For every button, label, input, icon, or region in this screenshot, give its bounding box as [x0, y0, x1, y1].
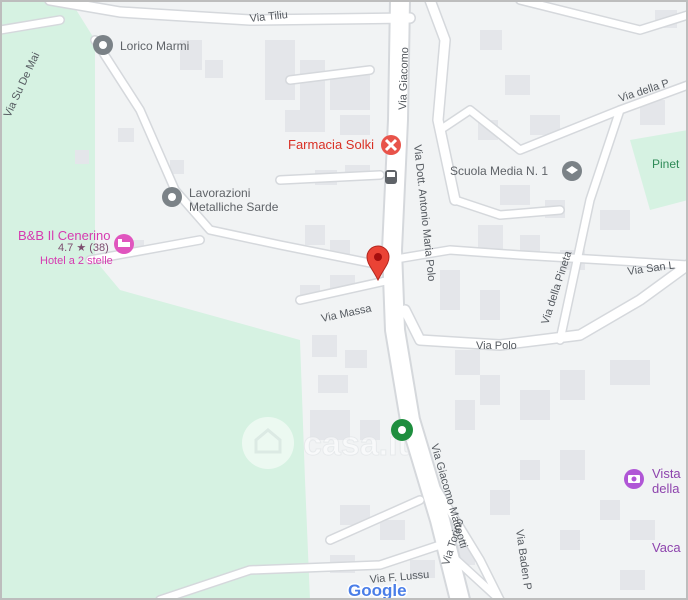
- poi-label-farmacia-solki[interactable]: Farmacia Solki: [288, 137, 374, 153]
- school-icon[interactable]: [562, 161, 582, 181]
- pharmacy-icon[interactable]: [381, 135, 401, 155]
- casa-watermark: casa.it: [242, 417, 409, 469]
- bus-stop-icon[interactable]: [385, 170, 397, 184]
- road-label-via-polo: Via Polo: [476, 340, 517, 352]
- svg-text:Google: Google: [348, 581, 407, 600]
- hotel-rating: 4.7 ★ (38): [58, 242, 109, 254]
- poi-label-vista[interactable]: Vista: [652, 466, 681, 482]
- map-canvas[interactable]: casa.it Via Tiliu Via Giacomo Via della …: [0, 0, 688, 600]
- poi-label-lorico-marmi[interactable]: Lorico Marmi: [120, 39, 189, 54]
- poi-label-lavorazioni-2[interactable]: Metalliche Sarde: [189, 200, 278, 215]
- poi-label-scuola-media[interactable]: Scuola Media N. 1: [450, 164, 548, 179]
- map-pin-icon[interactable]: [93, 35, 113, 55]
- camera-icon[interactable]: [624, 469, 644, 489]
- map-pin-icon[interactable]: [162, 187, 182, 207]
- poi-label-pinet[interactable]: Pinet: [652, 157, 679, 172]
- poi-label-lavorazioni[interactable]: Lavorazioni: [189, 186, 250, 201]
- green-location-icon[interactable]: [391, 419, 413, 441]
- road-label-via-giacomo-top: Via Giacomo: [397, 47, 411, 110]
- hotel-type: Hotel a 2 stelle: [40, 255, 113, 267]
- poi-label-vista-2[interactable]: della: [652, 481, 679, 497]
- hotel-bed-icon[interactable]: [114, 234, 134, 254]
- poi-label-vaca[interactable]: Vaca: [652, 540, 681, 556]
- google-logo: Google Google: [347, 580, 409, 600]
